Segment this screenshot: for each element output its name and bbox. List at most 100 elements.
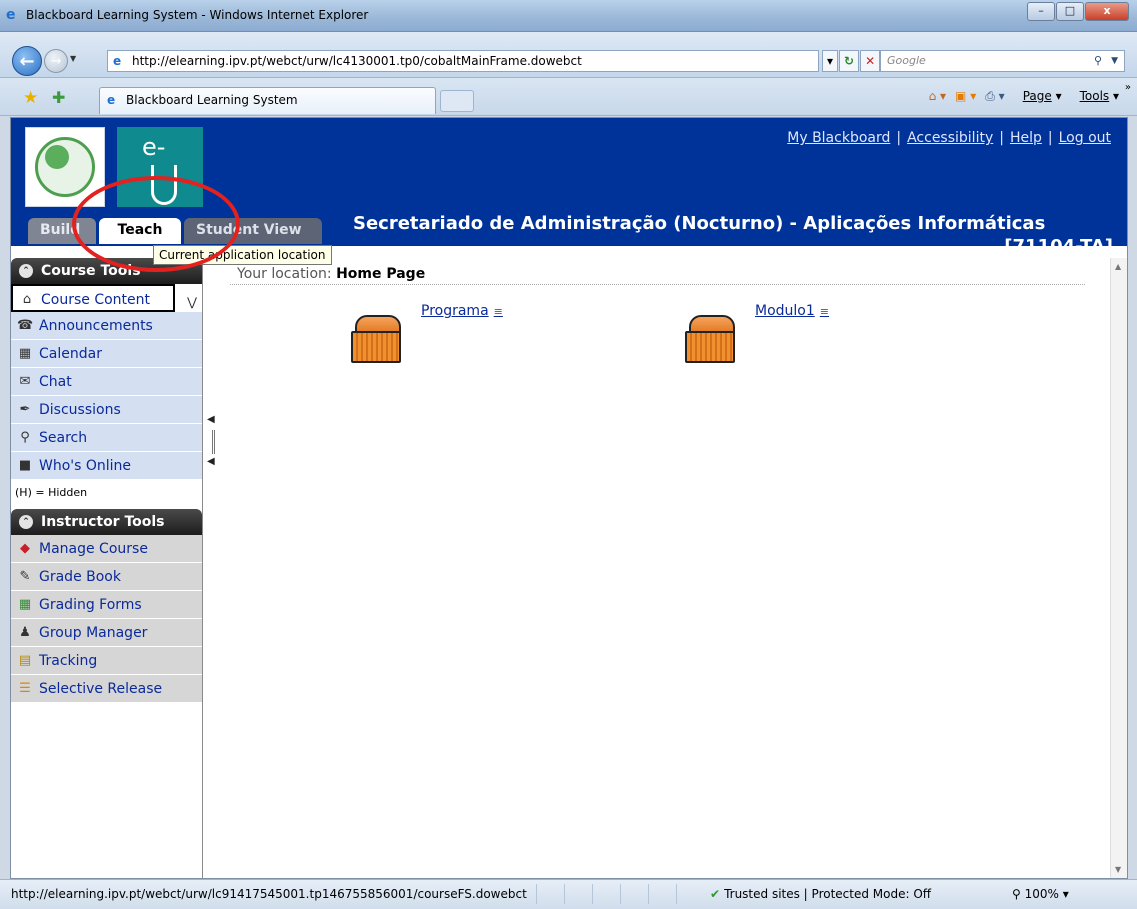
instructor-tools: ⌃ Instructor Tools ◆ Manage Course ✎ Gra… [11, 509, 202, 703]
url-dropdown-icon[interactable]: ▾ [822, 50, 839, 72]
accessibility-link[interactable]: Accessibility [907, 130, 993, 146]
group-icon: ♟ [19, 625, 31, 640]
folder-link[interactable]: Programa ≡ [421, 303, 503, 319]
nav-grade-book[interactable]: ✎ Grade Book [11, 563, 202, 591]
close-button[interactable]: x [1085, 2, 1129, 21]
nav-announcements[interactable]: ☎ Announcements [11, 312, 202, 340]
forward-button[interactable]: → [44, 49, 68, 73]
instructor-tools-header[interactable]: ⌃ Instructor Tools [11, 509, 202, 535]
url-text: http://elearning.ipv.pt/webct/urw/lc4130… [132, 54, 582, 68]
release-icon: ☰ [19, 681, 31, 696]
top-links: My Blackboard | Accessibility | Help | Log out [787, 130, 1111, 146]
security-zone[interactable]: ✔ Trusted sites | Protected Mode: Off [710, 887, 931, 901]
megaphone-icon: ☎ [17, 318, 34, 333]
folder-item[interactable]: Modulo1 ≡ [685, 303, 829, 373]
chat-icon: ✉ [19, 374, 31, 389]
search-icon: ⚲ [20, 430, 30, 445]
stop-icon[interactable]: ✕ [860, 50, 881, 72]
tab-page-icon: e [107, 93, 116, 107]
logout-link[interactable]: Log out [1059, 130, 1111, 146]
calendar-icon: ▦ [18, 346, 32, 361]
action-menu-icon[interactable]: ≡ [494, 305, 503, 318]
minimize-button[interactable]: – [1027, 2, 1055, 21]
hidden-note: (H) = Hidden [15, 486, 88, 499]
history-dropdown-icon[interactable]: ▼ [70, 54, 76, 63]
chart-icon: ▤ [18, 653, 32, 668]
person-icon: ■ [18, 458, 32, 473]
scroll-down-icon[interactable]: ▼ [1115, 865, 1121, 874]
nav-tracking[interactable]: ▤ Tracking [11, 647, 202, 675]
breadcrumb: Your location: Home Page [230, 266, 1085, 285]
folder-icon[interactable] [351, 315, 407, 363]
nav-group-manager[interactable]: ♟ Group Manager [11, 619, 202, 647]
search-placeholder: Google [887, 54, 926, 67]
nav-discussions[interactable]: ✒ Discussions [11, 396, 202, 424]
nav-selective-release[interactable]: ☰ Selective Release [11, 675, 202, 703]
print-icon[interactable]: ⎙ ▾ [985, 89, 1004, 104]
window-title: Blackboard Learning System - Windows Int… [26, 8, 369, 22]
toolbox-icon: ◆ [20, 541, 30, 556]
search-input[interactable]: Google ⚲ ▼ [880, 50, 1125, 72]
course-code: [71104-TA] [1004, 236, 1113, 246]
status-url: http://elearning.ipv.pt/webct/urw/lc9141… [11, 887, 527, 901]
maximize-button[interactable]: □ [1056, 2, 1084, 21]
back-button[interactable]: ← [12, 46, 42, 76]
nav-course-content[interactable]: ⌂ Course Content ⋁ [11, 284, 197, 312]
url-tools: ▾ ↻ ✕ [822, 50, 881, 72]
more-chevron-icon[interactable]: » [1125, 82, 1131, 93]
ie-logo-icon: e [6, 7, 16, 23]
feeds-icon[interactable]: ▣ ▾ [955, 89, 976, 104]
grid-icon: ▦ [18, 597, 32, 612]
home-icon: ⌂ [22, 292, 32, 307]
nav-manage-course[interactable]: ◆ Manage Course [11, 535, 202, 563]
add-favorites-icon[interactable]: ✚ [52, 88, 65, 107]
gradebook-icon: ✎ [19, 569, 31, 584]
breadcrumb-current: Home Page [336, 266, 426, 282]
pin-icon: ✒ [19, 402, 31, 417]
window-controls: – □ x [1026, 2, 1129, 22]
page-menu[interactable]: Page ▾ [1014, 89, 1062, 104]
tools-menu[interactable]: Tools ▾ [1071, 89, 1119, 104]
action-menu-icon[interactable]: ≡ [820, 305, 829, 318]
zoom-control[interactable]: ⚲ 100% ▾ [1012, 887, 1069, 901]
tab-bar: ★ ✚ e Blackboard Learning System ⌂ ▾ ▣ ▾… [0, 78, 1137, 116]
tab-label: Blackboard Learning System [126, 93, 298, 107]
collapse-left-icon[interactable]: ◀ [207, 414, 215, 425]
favorites-star-icon[interactable]: ★ [23, 88, 38, 108]
tab-blackboard[interactable]: e Blackboard Learning System [99, 87, 436, 114]
search-icon[interactable]: ⚲ [1094, 51, 1102, 71]
highlight-circle [72, 176, 240, 272]
nav-grading-forms[interactable]: ▦ Grading Forms [11, 591, 202, 619]
collapse-icon[interactable]: ⌃ [19, 264, 33, 278]
command-bar: ⌂ ▾ ▣ ▾ ⎙ ▾ Page ▾ Tools ▾ [920, 89, 1119, 104]
nav-search[interactable]: ⚲ Search [11, 424, 202, 452]
address-bar: ← → ▼ e http://elearning.ipv.pt/webct/ur… [0, 32, 1137, 78]
my-blackboard-link[interactable]: My Blackboard [787, 130, 890, 146]
collapse-icon[interactable]: ⌃ [19, 515, 33, 529]
page-viewport: e- My Blackboard | Accessibility | Help | Log … [10, 117, 1128, 879]
checkmark-icon: ✔ [710, 887, 721, 901]
nav-calendar[interactable]: ▦ Calendar [11, 340, 202, 368]
folder-item[interactable]: Programa ≡ [351, 303, 503, 373]
status-bar: http://elearning.ipv.pt/webct/urw/lc9141… [0, 879, 1137, 909]
frame-splitter[interactable]: ◀ ◀ [207, 414, 217, 474]
left-navigation: ⌃ Course Tools ⌂ Course Content ⋁ ☎ Anno… [11, 258, 203, 878]
nav-chat[interactable]: ✉ Chat [11, 368, 202, 396]
zoom-icon: ⚲ [1012, 887, 1021, 901]
nav-whos-online[interactable]: ■ Who's Online [11, 452, 202, 480]
main-content: Your location: Home Page Programa ≡ Modul… [230, 258, 1109, 878]
page-icon: e [113, 54, 122, 68]
seal-icon [35, 137, 95, 197]
vertical-scrollbar[interactable]: ▲ ▼ [1110, 258, 1127, 878]
course-title: Secretariado de Administração (Nocturno)… [353, 213, 1046, 234]
new-tab-button[interactable] [440, 90, 474, 112]
refresh-icon[interactable]: ↻ [839, 50, 860, 72]
url-input[interactable]: e http://elearning.ipv.pt/webct/urw/lc41… [107, 50, 819, 72]
scroll-up-icon[interactable]: ▲ [1115, 262, 1121, 271]
help-link[interactable]: Help [1010, 130, 1042, 146]
folder-link[interactable]: Modulo1 ≡ [755, 303, 829, 319]
collapse-left-icon[interactable]: ◀ [207, 456, 215, 467]
folder-icon[interactable] [685, 315, 741, 363]
search-dropdown-icon[interactable]: ▼ [1111, 51, 1118, 71]
home-icon[interactable]: ⌂ ▾ [929, 89, 946, 104]
